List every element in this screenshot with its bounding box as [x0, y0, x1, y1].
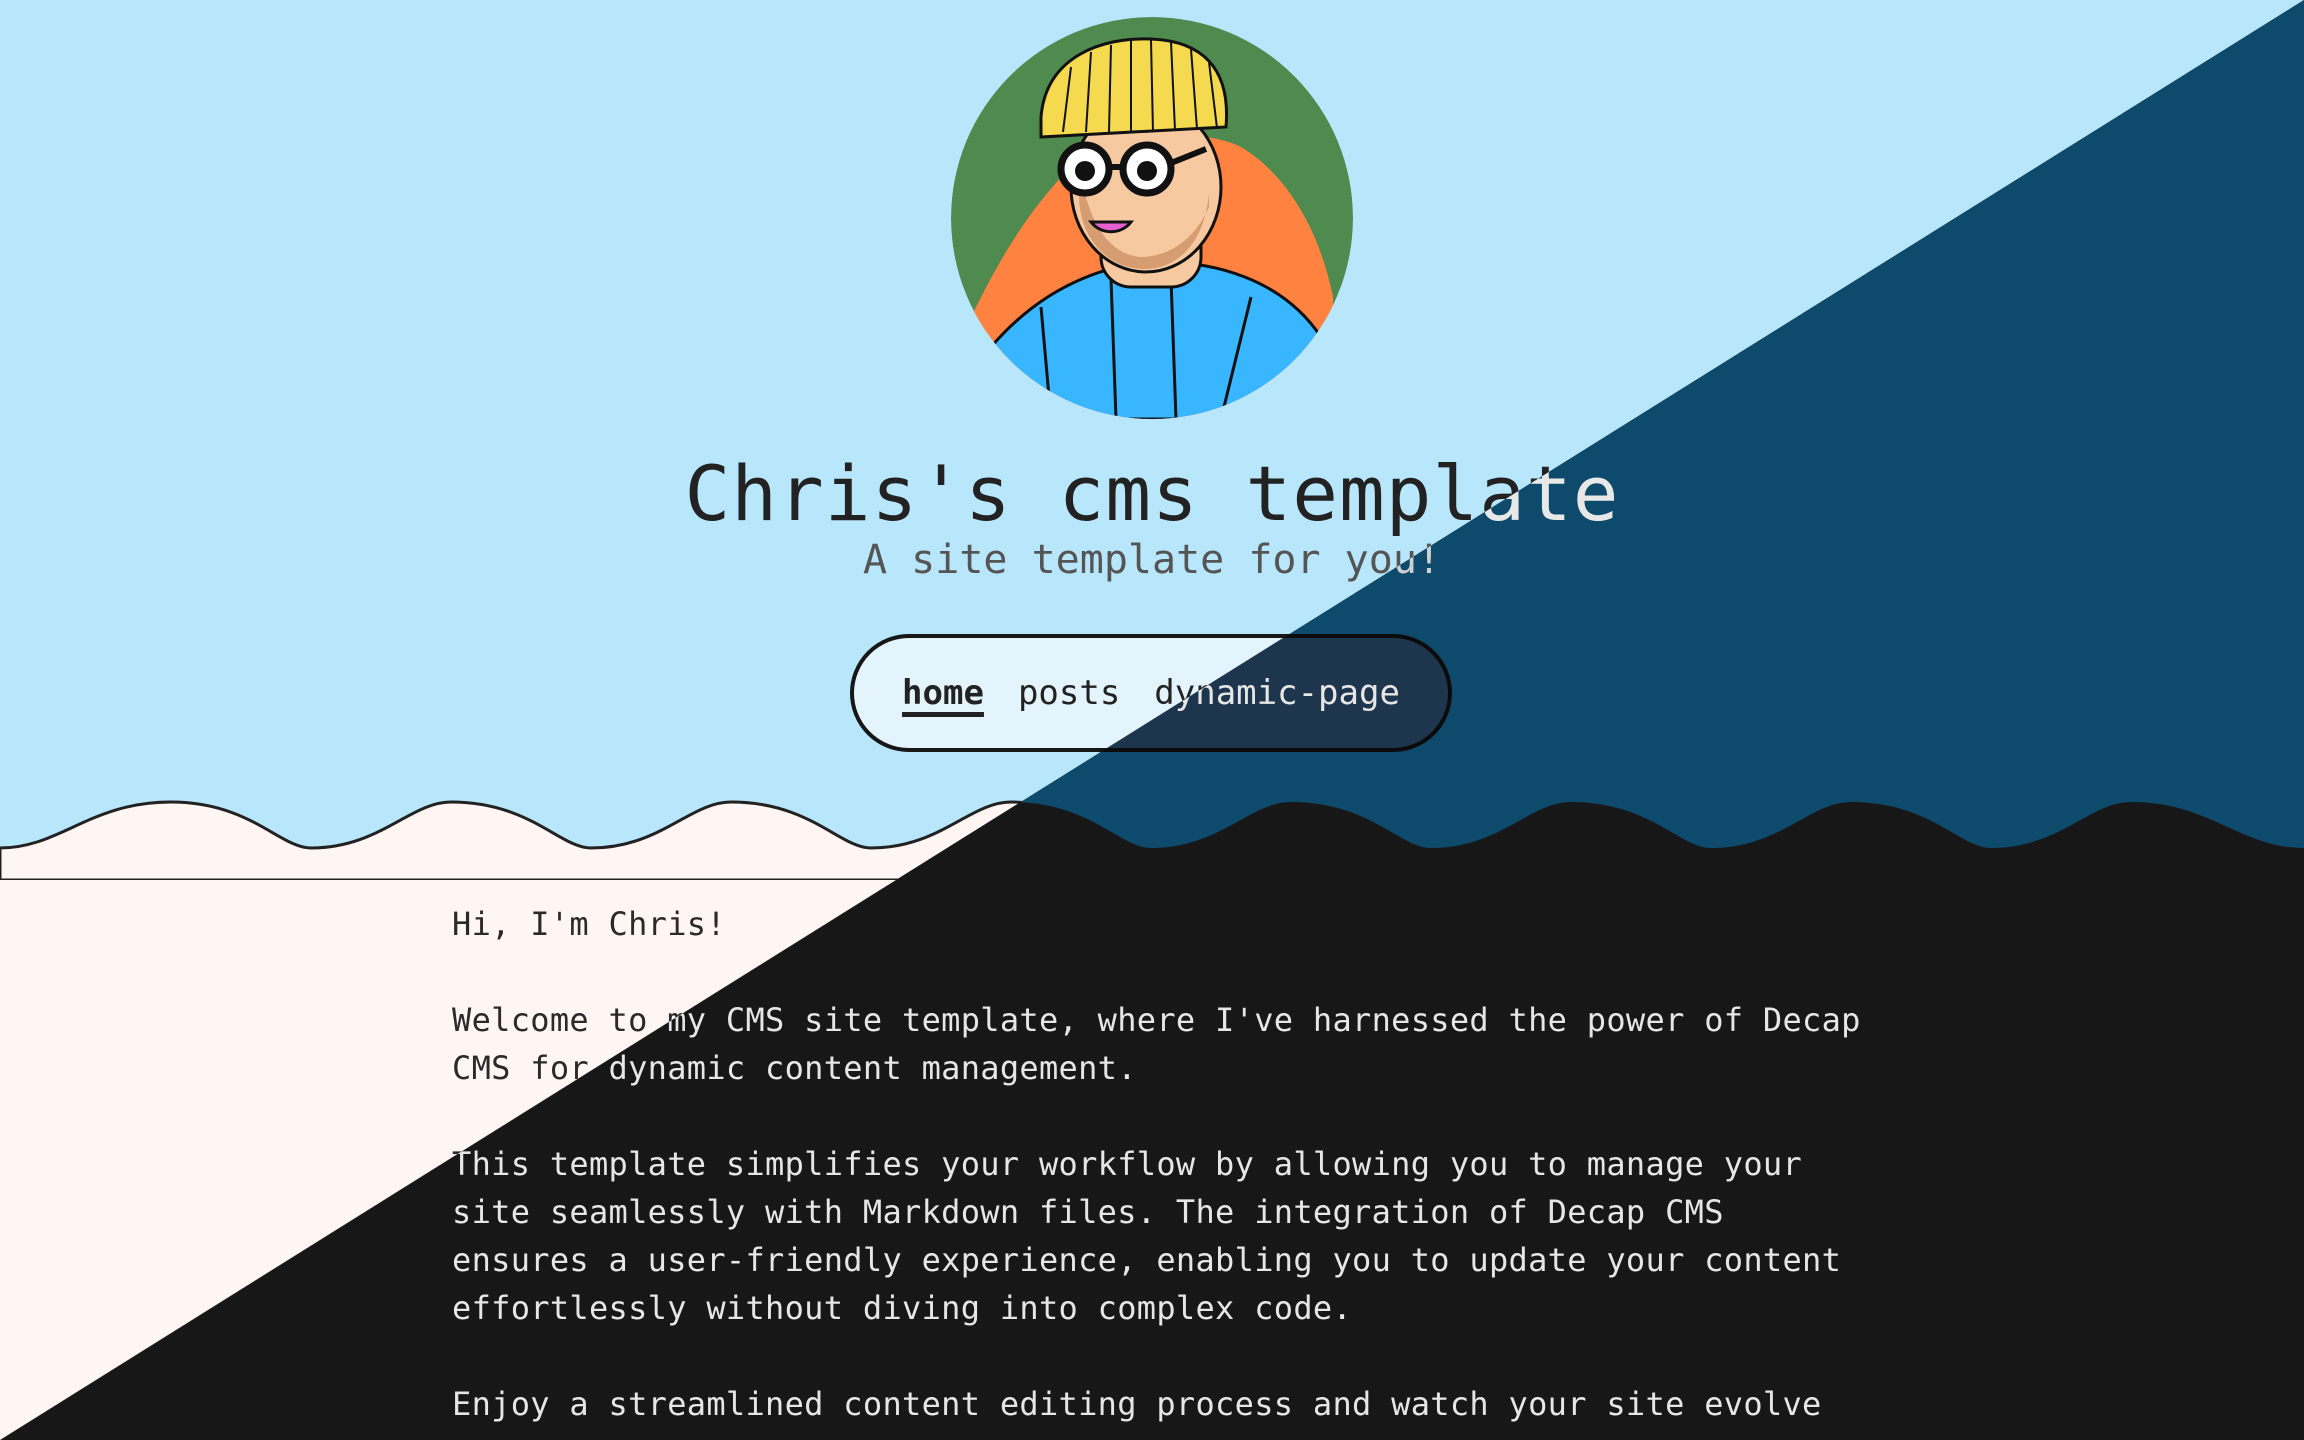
content-paragraph: This template simplifies your workflow b… [452, 1145, 1842, 1327]
nav-link-home[interactable]: home [902, 673, 984, 713]
nav-link-posts[interactable]: posts [1018, 673, 1120, 713]
content-paragraph: Enjoy a streamlined content editing proc… [452, 1385, 1822, 1423]
avatar [951, 17, 1353, 419]
person-avatar-icon [951, 17, 1353, 419]
